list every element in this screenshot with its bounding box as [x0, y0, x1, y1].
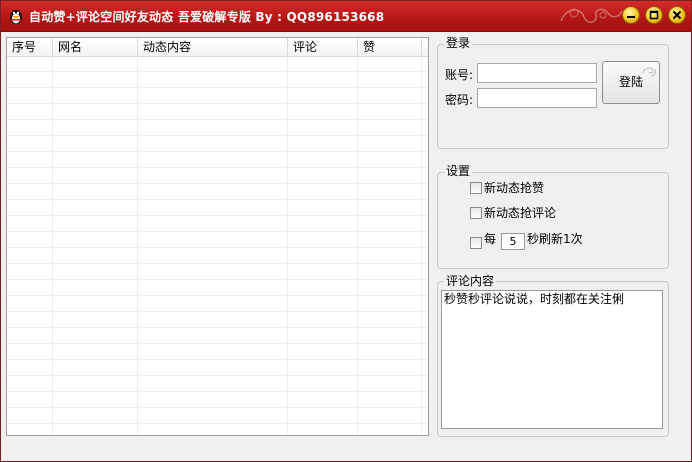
- minimize-icon: [627, 16, 635, 18]
- comment-group-legend: 评论内容: [444, 274, 497, 288]
- qq-penguin-icon: [10, 10, 22, 24]
- window-title: 自动赞+评论空间好友动态 吾爱破解专版 By : QQ896153668: [29, 10, 385, 24]
- close-button[interactable]: [668, 6, 686, 24]
- settings-group-legend: 设置: [444, 164, 473, 178]
- title-bar[interactable]: 自动赞+评论空间好友动态 吾爱破解专版 By : QQ896153668: [1, 1, 691, 32]
- account-label: 账号:: [445, 68, 474, 82]
- grab-like-checkbox[interactable]: [470, 182, 482, 194]
- column-divider: [357, 56, 358, 435]
- refresh-seconds-input[interactable]: 5: [501, 233, 525, 250]
- maximize-icon: [649, 10, 659, 20]
- cloud-ornament-icon: [560, 8, 623, 23]
- close-icon: [672, 10, 682, 20]
- column-header-comment[interactable]: 评论: [288, 38, 358, 56]
- column-header-like[interactable]: 赞: [358, 38, 422, 56]
- grab-like-label[interactable]: 新动态抢赞: [484, 180, 544, 196]
- column-divider: [287, 56, 288, 435]
- dynamics-list-view[interactable]: 序号 网名 动态内容 评论 赞: [6, 37, 429, 436]
- swirl-ornament-icon: [642, 67, 656, 77]
- list-header: 序号 网名 动态内容 评论 赞: [7, 38, 428, 57]
- comment-textarea[interactable]: 秒赞秒评论说说，时刻都在关注俐: [441, 290, 663, 429]
- column-header-index[interactable]: 序号: [7, 38, 53, 56]
- login-button-label: 登陆: [618, 75, 643, 89]
- app-window: 自动赞+评论空间好友动态 吾爱破解专版 By : QQ896153668 序号: [0, 0, 692, 462]
- login-group-legend: 登录: [444, 36, 473, 50]
- minimize-button[interactable]: [622, 6, 640, 24]
- auto-refresh-checkbox[interactable]: [470, 237, 482, 249]
- account-input[interactable]: [477, 63, 597, 83]
- list-body[interactable]: [7, 56, 428, 435]
- password-label: 密码:: [445, 93, 474, 107]
- login-button[interactable]: 登陆: [602, 61, 660, 104]
- column-header-content[interactable]: 动态内容: [138, 38, 288, 56]
- refresh-prefix-label: 每: [484, 232, 497, 246]
- password-input[interactable]: [477, 88, 597, 108]
- column-divider: [137, 56, 138, 435]
- maximize-button[interactable]: [645, 6, 663, 24]
- grab-comment-label[interactable]: 新动态抢评论: [484, 205, 556, 221]
- column-divider: [421, 56, 422, 435]
- refresh-suffix-label: 秒刷新1次: [527, 232, 583, 246]
- column-divider: [52, 56, 53, 435]
- column-header-nickname[interactable]: 网名: [53, 38, 138, 56]
- grab-comment-checkbox[interactable]: [470, 207, 482, 219]
